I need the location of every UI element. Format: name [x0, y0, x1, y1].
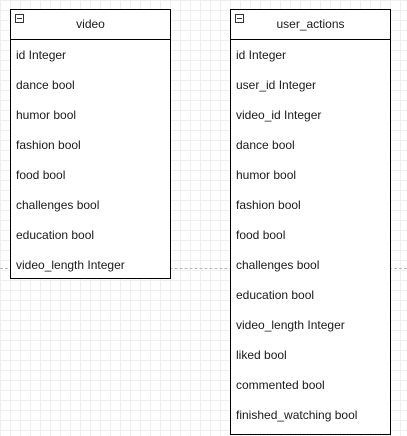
field-row[interactable]: fashion bool: [11, 130, 170, 160]
field-row[interactable]: video_length Integer: [11, 250, 170, 280]
field-list: id Integer user_id Integer video_id Inte…: [231, 40, 390, 430]
field-row[interactable]: humor bool: [231, 160, 390, 190]
entity-video-table[interactable]: video id Integer dance bool humor bool f…: [10, 9, 171, 279]
field-row[interactable]: finished_watching bool: [231, 400, 390, 430]
entity-title: video: [76, 17, 105, 31]
field-list: id Integer dance bool humor bool fashion…: [11, 40, 170, 280]
field-row[interactable]: dance bool: [11, 70, 170, 100]
entity-title: user_actions: [276, 17, 345, 31]
field-row[interactable]: fashion bool: [231, 190, 390, 220]
entity-user-actions-table[interactable]: user_actions id Integer user_id Integer …: [230, 9, 391, 435]
field-row[interactable]: education bool: [11, 220, 170, 250]
field-row[interactable]: challenges bool: [231, 250, 390, 280]
entity-header[interactable]: user_actions: [231, 10, 390, 40]
field-row[interactable]: video_id Integer: [231, 100, 390, 130]
field-row[interactable]: video_length Integer: [231, 310, 390, 340]
field-row[interactable]: id Integer: [11, 40, 170, 70]
diagram-canvas[interactable]: video id Integer dance bool humor bool f…: [0, 0, 407, 436]
field-row[interactable]: challenges bool: [11, 190, 170, 220]
field-row[interactable]: commented bool: [231, 370, 390, 400]
field-row[interactable]: user_id Integer: [231, 70, 390, 100]
field-row[interactable]: liked bool: [231, 340, 390, 370]
field-row[interactable]: humor bool: [11, 100, 170, 130]
field-row[interactable]: education bool: [231, 280, 390, 310]
field-row[interactable]: food bool: [231, 220, 390, 250]
field-row[interactable]: food bool: [11, 160, 170, 190]
entity-header[interactable]: video: [11, 10, 170, 40]
field-row[interactable]: id Integer: [231, 40, 390, 70]
field-row[interactable]: dance bool: [231, 130, 390, 160]
